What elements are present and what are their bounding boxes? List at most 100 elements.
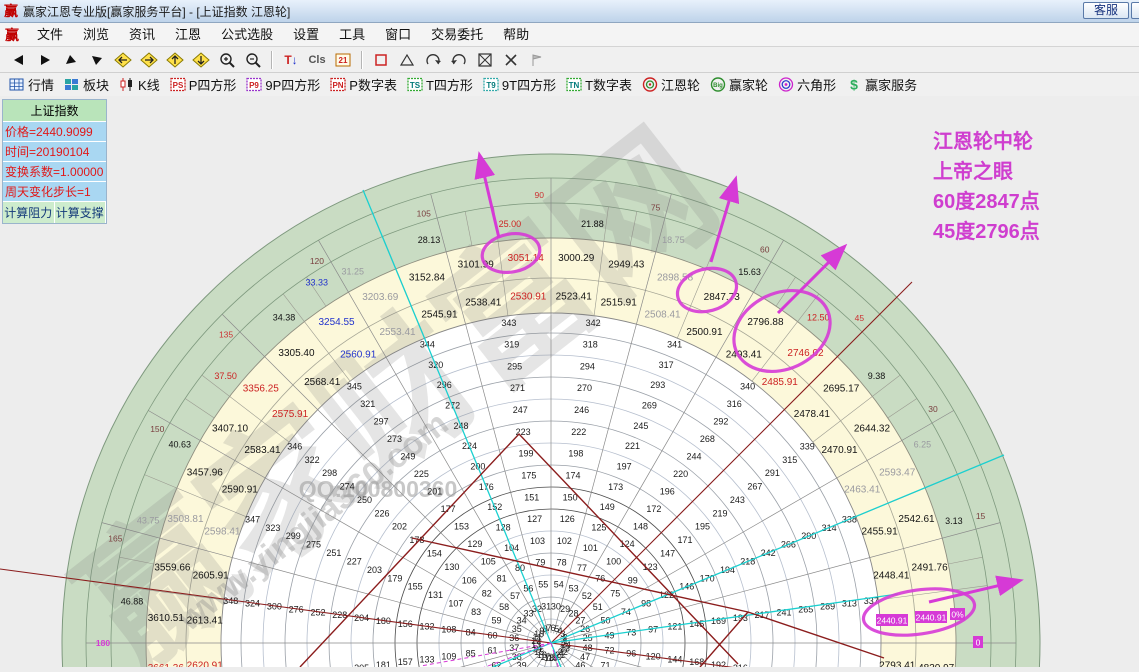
svg-text:294: 294 — [580, 361, 595, 371]
svg-text:71: 71 — [601, 661, 611, 667]
svg-text:271: 271 — [510, 383, 525, 393]
t-square-icon: TS — [407, 77, 423, 92]
svg-text:2605.91: 2605.91 — [193, 570, 230, 581]
gann-wheel-icon — [642, 77, 658, 92]
svg-text:25.00: 25.00 — [499, 219, 522, 229]
chart-type-toolbar: 行情 板块 K线 PS P四方形 P9 9P四方形 PN P数字表 TS T四方形 T9 9T四方形 TN… — [0, 73, 1139, 97]
tool-sectors[interactable]: 板块 — [64, 75, 109, 94]
svg-text:250: 250 — [357, 495, 372, 505]
svg-text:221: 221 — [625, 441, 640, 451]
pan-right-icon[interactable] — [137, 50, 161, 70]
tool-t-table[interactable]: TN T数字表 — [566, 75, 632, 94]
scatter-cross-icon[interactable] — [499, 50, 523, 70]
svg-text:297: 297 — [374, 417, 389, 427]
svg-text:295: 295 — [507, 361, 522, 371]
prev-icon[interactable] — [7, 50, 31, 70]
next-icon[interactable] — [33, 50, 57, 70]
menu-item-4[interactable]: 公式选股 — [211, 24, 283, 46]
tool-label: 板块 — [83, 78, 110, 93]
zoom-in-icon[interactable] — [215, 50, 239, 70]
svg-text:PS: PS — [172, 81, 183, 90]
calc-resistance-button[interactable]: 计算阻力 — [3, 202, 55, 223]
svg-text:31: 31 — [541, 601, 551, 611]
svg-text:3000.29: 3000.29 — [558, 253, 595, 264]
menu-item-9[interactable]: 帮助 — [493, 24, 539, 46]
grid-box-icon[interactable] — [473, 50, 497, 70]
svg-text:342: 342 — [586, 318, 601, 328]
svg-text:2593.47: 2593.47 — [879, 467, 916, 478]
calc-support-button[interactable]: 计算支撑 — [54, 202, 106, 223]
menu-item-2[interactable]: 资讯 — [119, 24, 165, 46]
svg-text:51: 51 — [593, 602, 603, 612]
p-square-icon: PS — [170, 77, 186, 92]
tool-label: 赢家服务 — [865, 78, 918, 93]
arc-ccw-icon[interactable] — [447, 50, 471, 70]
svg-text:12.50: 12.50 — [807, 313, 830, 323]
svg-text:173: 173 — [608, 482, 623, 492]
svg-text:78: 78 — [557, 558, 567, 568]
menu-item-8[interactable]: 交易委托 — [421, 24, 493, 46]
svg-text:180: 180 — [96, 638, 110, 648]
svg-text:59: 59 — [491, 615, 501, 625]
order-button[interactable]: 订购 — [1131, 2, 1139, 19]
tool-kline[interactable]: K线 — [119, 75, 160, 94]
tool-quotes[interactable]: 行情 — [9, 75, 54, 94]
svg-text:2583.41: 2583.41 — [244, 445, 281, 456]
svg-text:2793.41: 2793.41 — [879, 661, 916, 667]
svg-text:243: 243 — [730, 495, 745, 505]
svg-text:317: 317 — [659, 360, 674, 370]
svg-text:江恩轮中轮: 江恩轮中轮 — [933, 129, 1033, 153]
instrument-title: 上证指数 — [3, 100, 106, 122]
svg-text:2455.91: 2455.91 — [862, 526, 899, 537]
draw-rect-icon[interactable] — [369, 50, 393, 70]
tool-p-table[interactable]: PN P数字表 — [330, 75, 397, 94]
measure-icon[interactable]: T↓ — [279, 50, 303, 70]
pan-down-icon[interactable] — [189, 50, 213, 70]
chart-area[interactable]: 赢家财富网www.yingjia360.comQQ:10080036012345… — [0, 96, 1139, 672]
tool-9t-square[interactable]: T9 9T四方形 — [483, 75, 556, 94]
tool-winner-wheel[interactable]: Big 赢家轮 — [710, 75, 768, 94]
svg-text:9.38: 9.38 — [868, 371, 886, 381]
tool-p-square[interactable]: PS P四方形 — [170, 75, 236, 94]
flag-icon[interactable] — [525, 50, 549, 70]
svg-text:3457.96: 3457.96 — [187, 467, 224, 478]
svg-text:75: 75 — [651, 202, 661, 212]
rotate-down-icon[interactable] — [85, 50, 109, 70]
zoom-out-icon[interactable] — [241, 50, 265, 70]
tool-hexagon[interactable]: 六角形 — [778, 75, 836, 94]
t-table-icon: TN — [566, 77, 582, 92]
gann-wheel-canvas[interactable]: 赢家财富网www.yingjia360.comQQ:10080036012345… — [0, 96, 1139, 672]
tool-t-square[interactable]: TS T四方形 — [407, 75, 473, 94]
menu-item-6[interactable]: 工具 — [329, 24, 375, 46]
draw-triangle-icon[interactable] — [395, 50, 419, 70]
menu-item-0[interactable]: 文件 — [27, 24, 73, 46]
svg-text:58: 58 — [499, 602, 509, 612]
svg-text:339: 339 — [800, 441, 815, 451]
cls-icon[interactable]: Cls — [305, 50, 329, 70]
rotate-up-icon[interactable] — [59, 50, 83, 70]
calendar-icon[interactable]: 21 — [331, 50, 355, 70]
tool-9p-square[interactable]: P9 9P四方形 — [246, 75, 320, 94]
svg-text:55: 55 — [538, 580, 548, 590]
menu-item-7[interactable]: 窗口 — [375, 24, 421, 46]
menu-item-3[interactable]: 江恩 — [165, 24, 211, 46]
quotes-icon — [9, 77, 25, 92]
arc-cw-icon[interactable] — [421, 50, 445, 70]
tool-winner-service[interactable]: $ 赢家服务 — [846, 75, 917, 94]
pan-up-icon[interactable] — [163, 50, 187, 70]
pan-left-icon[interactable] — [111, 50, 135, 70]
svg-text:205: 205 — [354, 663, 369, 667]
menu-item-5[interactable]: 设置 — [283, 24, 329, 46]
tool-label: P数字表 — [349, 78, 397, 93]
customer-service-button[interactable]: 客服 — [1083, 2, 1130, 19]
svg-text:251: 251 — [326, 548, 341, 558]
tool-gann-wheel[interactable]: 江恩轮 — [642, 75, 700, 94]
svg-text:2553.41: 2553.41 — [379, 327, 416, 338]
svg-text:53: 53 — [569, 583, 579, 593]
svg-text:2598.41: 2598.41 — [204, 526, 241, 537]
svg-text:82: 82 — [482, 589, 492, 599]
menu-item-1[interactable]: 浏览 — [73, 24, 119, 46]
svg-text:202: 202 — [392, 522, 407, 532]
svg-text:2568.41: 2568.41 — [304, 377, 341, 388]
svg-text:39: 39 — [517, 661, 527, 667]
